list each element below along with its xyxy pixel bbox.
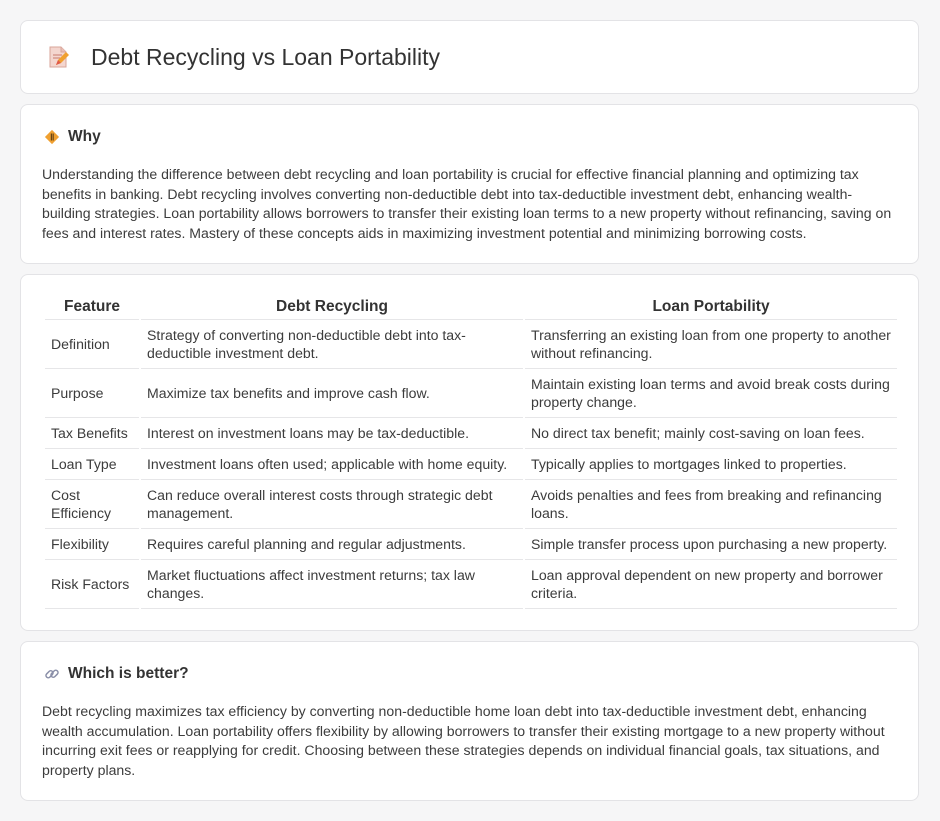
loan-portability-cell: Maintain existing loan terms and avoid b…: [525, 369, 897, 418]
debt-recycling-cell: Can reduce overall interest costs throug…: [141, 480, 523, 529]
loan-portability-cell: No direct tax benefit; mainly cost-savin…: [525, 418, 897, 449]
feature-cell: Loan Type: [45, 449, 139, 480]
column-header-loan-portability: Loan Portability: [525, 295, 897, 320]
feature-cell: Risk Factors: [45, 560, 139, 609]
debt-recycling-cell: Interest on investment loans may be tax-…: [141, 418, 523, 449]
table-row: Flexibility Requires careful planning an…: [45, 529, 897, 560]
feature-cell: Definition: [45, 320, 139, 369]
title-card: Debt Recycling vs Loan Portability: [20, 20, 919, 94]
table-row: Loan Type Investment loans often used; a…: [45, 449, 897, 480]
table-row: Risk Factors Market fluctuations affect …: [45, 560, 897, 609]
loan-portability-cell: Transferring an existing loan from one p…: [525, 320, 897, 369]
column-header-debt-recycling: Debt Recycling: [141, 295, 523, 320]
diamond-sign-icon: [43, 128, 61, 146]
why-section: Why Understanding the difference between…: [20, 104, 919, 264]
table-row: Cost Efficiency Can reduce overall inter…: [45, 480, 897, 529]
loan-portability-cell: Avoids penalties and fees from breaking …: [525, 480, 897, 529]
table-row: Purpose Maximize tax benefits and improv…: [45, 369, 897, 418]
document-pencil-icon: [45, 44, 71, 70]
feature-cell: Cost Efficiency: [45, 480, 139, 529]
debt-recycling-cell: Maximize tax benefits and improve cash f…: [141, 369, 523, 418]
comparison-card: Feature Debt Recycling Loan Portability …: [20, 274, 919, 631]
loan-portability-cell: Simple transfer process upon purchasing …: [525, 529, 897, 560]
column-header-feature: Feature: [45, 295, 139, 320]
which-is-better-section: Which is better? Debt recycling maximize…: [20, 641, 919, 801]
debt-recycling-cell: Strategy of converting non-deductible de…: [141, 320, 523, 369]
better-heading: Which is better?: [68, 665, 189, 682]
why-body: Understanding the difference between deb…: [42, 166, 892, 241]
loan-portability-cell: Typically applies to mortgages linked to…: [525, 449, 897, 480]
why-heading: Why: [68, 128, 101, 145]
debt-recycling-cell: Investment loans often used; applicable …: [141, 449, 523, 480]
feature-cell: Tax Benefits: [45, 418, 139, 449]
feature-cell: Flexibility: [45, 529, 139, 560]
table-row: Definition Strategy of converting non-de…: [45, 320, 897, 369]
table-row: Tax Benefits Interest on investment loan…: [45, 418, 897, 449]
comparison-table: Feature Debt Recycling Loan Portability …: [43, 295, 899, 609]
debt-recycling-cell: Market fluctuations affect investment re…: [141, 560, 523, 609]
loan-portability-cell: Loan approval dependent on new property …: [525, 560, 897, 609]
page-title: Debt Recycling vs Loan Portability: [91, 43, 440, 70]
link-icon: [43, 665, 61, 683]
better-body: Debt recycling maximizes tax efficiency …: [42, 703, 885, 778]
debt-recycling-cell: Requires careful planning and regular ad…: [141, 529, 523, 560]
feature-cell: Purpose: [45, 369, 139, 418]
